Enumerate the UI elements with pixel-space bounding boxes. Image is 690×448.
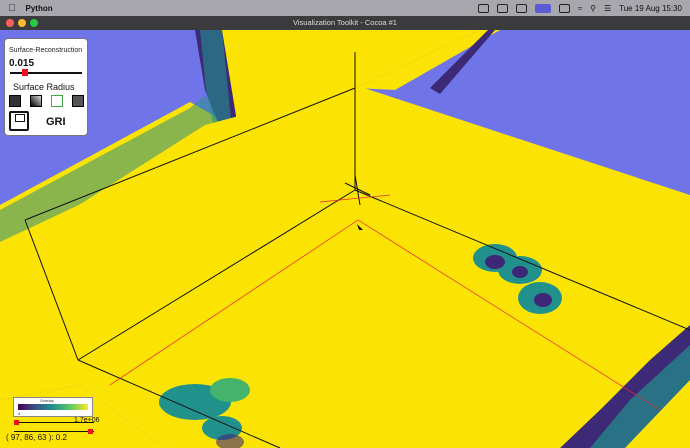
threshold-slider[interactable]: 1.7e+06: [14, 417, 100, 425]
tray-icon-active[interactable]: [534, 3, 551, 13]
coordinate-readout: ( 97, 86, 63 ): 0.2: [6, 433, 67, 442]
tray-icon[interactable]: [496, 3, 508, 13]
battery-icon[interactable]: [558, 3, 570, 13]
app-menu-python[interactable]: Python: [26, 4, 53, 13]
render-viewport[interactable]: [0, 30, 690, 448]
save-icon[interactable]: [9, 111, 29, 131]
tray-icon[interactable]: [477, 3, 489, 13]
close-button[interactable]: [6, 19, 14, 27]
legend-tick: 0: [18, 411, 21, 416]
colorbar: [18, 404, 88, 410]
widget-panel: Surface-Reconstruction 0.015 Surface Rad…: [4, 38, 88, 136]
colorbar-legend: Overlay 0: [13, 397, 93, 417]
status-tray: ≈ ⚲ ☰ Tue 19 Aug 15:30: [477, 0, 682, 16]
menubar-clock[interactable]: Tue 19 Aug 15:30: [619, 4, 682, 13]
slider-value: 0.015: [9, 58, 35, 69]
zoom-button[interactable]: [30, 19, 38, 27]
apple-logo-icon[interactable]: : [8, 3, 16, 14]
texture-mode-icon[interactable]: [9, 95, 21, 107]
grid-mode-icon[interactable]: [72, 95, 84, 107]
threshold-slider-handle[interactable]: [14, 420, 19, 425]
radius-slider-handle[interactable]: [22, 69, 28, 76]
radius-slider[interactable]: [10, 69, 82, 76]
minimize-button[interactable]: [18, 19, 26, 27]
window-title: Visualization Toolkit - Cocoa #1: [293, 18, 397, 27]
mode-icons: [9, 95, 84, 107]
panel-heading: Surface Radius: [13, 82, 75, 92]
opacity-slider-handle[interactable]: [88, 429, 93, 434]
tree-mode-icon[interactable]: [51, 95, 63, 107]
slider-label: Surface-Reconstruction: [9, 47, 83, 54]
window-titlebar[interactable]: Visualization Toolkit - Cocoa #1: [0, 16, 690, 30]
wifi-icon[interactable]: ≈: [578, 4, 582, 13]
gradient-mode-icon[interactable]: [30, 95, 42, 107]
control-center-icon[interactable]: ☰: [604, 4, 611, 13]
legend-title: Overlay: [40, 398, 54, 403]
threshold-slider-value: 1.7e+06: [74, 417, 100, 424]
gri-button[interactable]: GRI: [46, 116, 66, 128]
tray-icon[interactable]: [515, 3, 527, 13]
search-icon[interactable]: ⚲: [590, 4, 596, 13]
opacity-slider[interactable]: [14, 429, 94, 434]
menu-bar:  Python ≈ ⚲ ☰ Tue 19 Aug 15:30: [0, 0, 690, 16]
